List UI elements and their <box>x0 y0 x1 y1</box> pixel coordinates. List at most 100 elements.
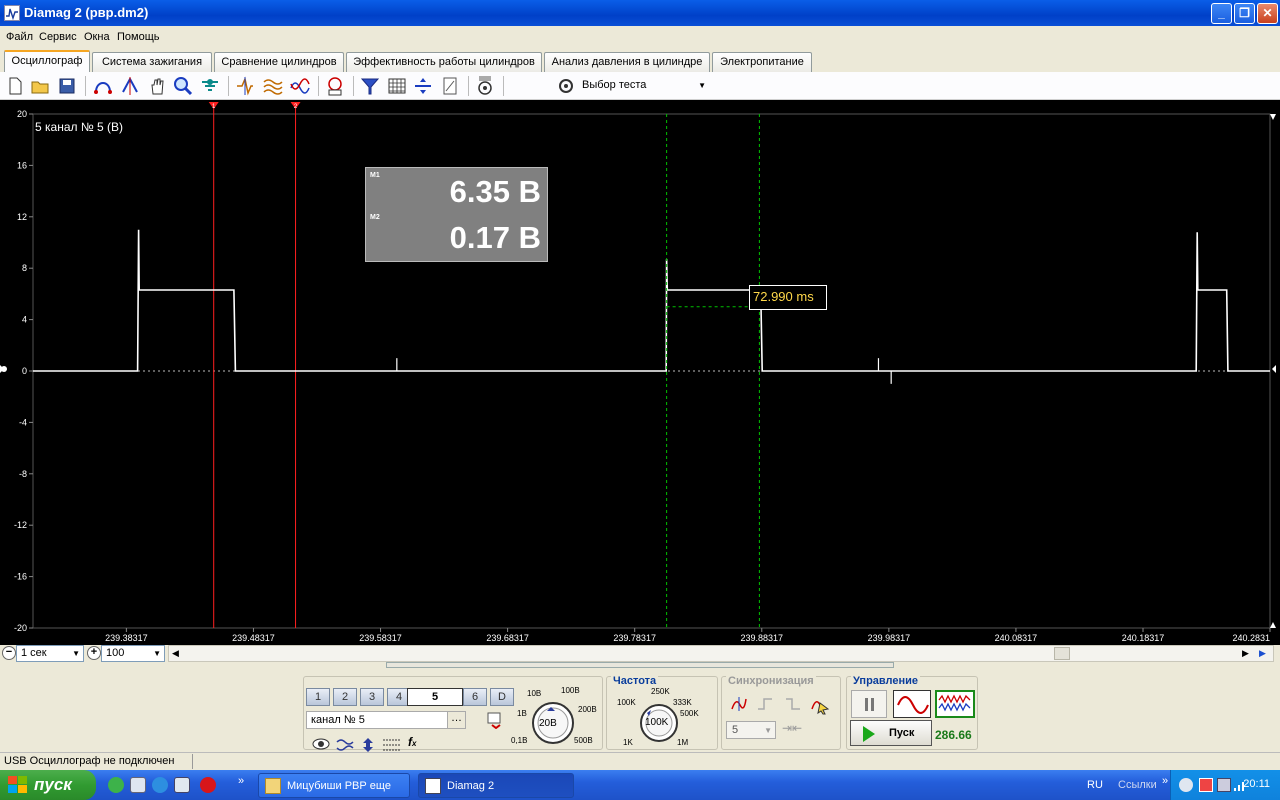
multi-signal-button[interactable] <box>935 690 975 718</box>
frequency-knob-value: 100K <box>645 717 669 728</box>
split-icon[interactable] <box>413 76 433 96</box>
start-button[interactable]: Пуск <box>850 720 932 746</box>
y-tick-label: 8 <box>22 263 27 273</box>
function-icon[interactable]: fx <box>408 735 416 749</box>
start-menu-button[interactable]: пуск <box>0 770 96 800</box>
menu-service[interactable]: Сервис <box>39 31 77 43</box>
sync-channel-select[interactable]: 5 ▼ <box>726 721 776 739</box>
measure-tool-icon[interactable] <box>120 76 140 96</box>
frequency-knob[interactable]: 100K <box>637 701 681 745</box>
channel-6-button[interactable]: 6 <box>463 688 487 706</box>
menu-file[interactable]: Файл <box>6 31 33 43</box>
tab-power-supply[interactable]: Электропитание <box>712 52 812 72</box>
hand-pan-icon[interactable] <box>147 76 167 96</box>
freq-label-1m: 1M <box>677 738 689 747</box>
eye-icon[interactable] <box>312 737 330 753</box>
x-tick-label: 239.48317 <box>232 633 275 643</box>
autoscale-icon[interactable] <box>200 76 220 96</box>
taskbar-item-diamag[interactable]: Diamag 2 <box>418 773 574 798</box>
quicklaunch-ie-icon[interactable] <box>152 777 168 793</box>
cursor-tool-icon[interactable] <box>93 76 113 96</box>
quicklaunch-explorer-icon[interactable] <box>174 777 190 793</box>
more-icon[interactable]: … <box>447 712 465 728</box>
channel-settings-icon[interactable] <box>486 711 504 730</box>
menu-help[interactable]: Помощь <box>117 31 160 43</box>
quicklaunch-more-icon[interactable]: » <box>238 775 244 787</box>
maximize-button[interactable]: ❐ <box>1234 3 1255 24</box>
minimize-button[interactable]: _ <box>1211 3 1232 24</box>
links-more-icon[interactable]: » <box>1162 775 1168 787</box>
close-button[interactable]: ✕ <box>1257 3 1278 24</box>
grid-icon[interactable] <box>387 76 407 96</box>
auto-trigger-icon[interactable] <box>325 76 345 96</box>
tab-oscilloscope[interactable]: Осциллограф <box>4 50 90 72</box>
app-icon <box>4 5 20 21</box>
wave-compare-icon[interactable] <box>290 76 310 96</box>
vertical-shift-icon[interactable] <box>359 737 377 753</box>
play-forward-icon[interactable]: ▶ <box>1259 648 1266 659</box>
test-select-dropdown[interactable]: Выбор теста ▼ <box>556 76 710 96</box>
left-zero-marker-dot <box>1 366 7 372</box>
scrollbar-thumb[interactable] <box>1054 647 1070 660</box>
invert-wave-icon[interactable] <box>336 737 354 753</box>
sync-edge-icon[interactable] <box>730 695 748 713</box>
sync-collapse-icon[interactable]: ⇥⇤ <box>782 721 804 739</box>
channel-d-button[interactable]: D <box>490 688 514 706</box>
save-icon[interactable] <box>57 76 77 96</box>
tab-cylinder-pressure[interactable]: Анализ давления в цилиндре <box>544 52 710 72</box>
notes-icon[interactable] <box>440 76 460 96</box>
tray-volume-icon[interactable] <box>1217 778 1231 792</box>
open-folder-icon[interactable] <box>30 76 50 96</box>
quicklaunch-opera-icon[interactable] <box>200 777 216 793</box>
zoom-icon[interactable] <box>173 76 193 96</box>
zoom-in-icon[interactable]: + <box>87 646 101 660</box>
links-toolbar[interactable]: Ссылки <box>1118 779 1157 791</box>
menu-windows[interactable]: Окна <box>84 31 110 43</box>
auto-settings-icon[interactable] <box>475 76 495 96</box>
channel-5-button[interactable]: 5 <box>407 688 463 706</box>
zoom-out-icon[interactable]: − <box>2 646 16 660</box>
new-file-icon[interactable] <box>5 76 25 96</box>
scroll-right-icon[interactable]: ▶ <box>1242 648 1249 659</box>
horizontal-scrollbar[interactable]: ◀ ▶ ▶ <box>168 645 1274 662</box>
overlay-icon[interactable] <box>235 76 255 96</box>
multi-wave-icon[interactable] <box>263 76 283 96</box>
tray-collapse-icon[interactable] <box>1179 778 1193 792</box>
quicklaunch-desktop-icon[interactable] <box>130 777 146 793</box>
pause-button[interactable] <box>851 690 887 718</box>
filter-icon[interactable] <box>360 76 380 96</box>
channel-name-value: канал № 5 <box>311 714 365 726</box>
tab-cylinder-compare[interactable]: Сравнение цилиндров <box>214 52 344 72</box>
channel-3-button[interactable]: 3 <box>360 688 384 706</box>
delta-time-label: 72.990 ms <box>749 285 827 310</box>
line-style-icon[interactable] <box>382 737 402 753</box>
freq-label-100k: 100K <box>617 698 636 707</box>
tab-cylinder-efficiency[interactable]: Эффективность работы цилиндров <box>346 52 542 72</box>
measurement-box: M1 6.35 В M2 0.17 В <box>365 167 548 262</box>
channel-name-field[interactable]: канал № 5 … <box>306 711 466 729</box>
time-base-select[interactable]: 1 сек ▼ <box>16 645 84 662</box>
panel-splitter[interactable] <box>386 662 894 668</box>
oscilloscope-plot[interactable]: 20 16 12 8 4 0 -4 -8 -12 -16 -20 239.38317 239.4831… <box>0 100 1280 645</box>
chevron-down-icon: ▼ <box>764 726 772 735</box>
sync-pick-icon[interactable] <box>810 695 830 715</box>
x-tick-label: 239.38317 <box>105 633 148 643</box>
zoom-value: 100 <box>106 647 125 659</box>
quicklaunch-icq-icon[interactable] <box>108 777 124 793</box>
oscilloscope-view[interactable]: 20 16 12 8 4 0 -4 -8 -12 -16 -20 239.38317 239.4831… <box>0 100 1280 645</box>
control-title: Управление <box>851 675 921 687</box>
scroll-left-icon[interactable]: ◀ <box>172 648 179 659</box>
zoom-select[interactable]: 100 ▼ <box>101 645 165 662</box>
taskbar-item-folder[interactable]: Мицубиши РВР еще <box>258 773 410 798</box>
taskbar-item-label: Мицубиши РВР еще <box>287 780 391 792</box>
language-indicator[interactable]: RU <box>1087 779 1103 791</box>
voltage-label-500v: 500В <box>574 736 593 745</box>
sync-rising-icon[interactable] <box>756 695 774 713</box>
channel-2-button[interactable]: 2 <box>333 688 357 706</box>
tab-ignition[interactable]: Система зажигания <box>92 52 212 72</box>
taskbar-item-label: Diamag 2 <box>447 780 495 792</box>
sync-falling-icon[interactable] <box>784 695 802 713</box>
channel-1-button[interactable]: 1 <box>306 688 330 706</box>
tray-network-icon[interactable] <box>1199 778 1213 792</box>
sine-wave-button[interactable] <box>893 690 931 718</box>
